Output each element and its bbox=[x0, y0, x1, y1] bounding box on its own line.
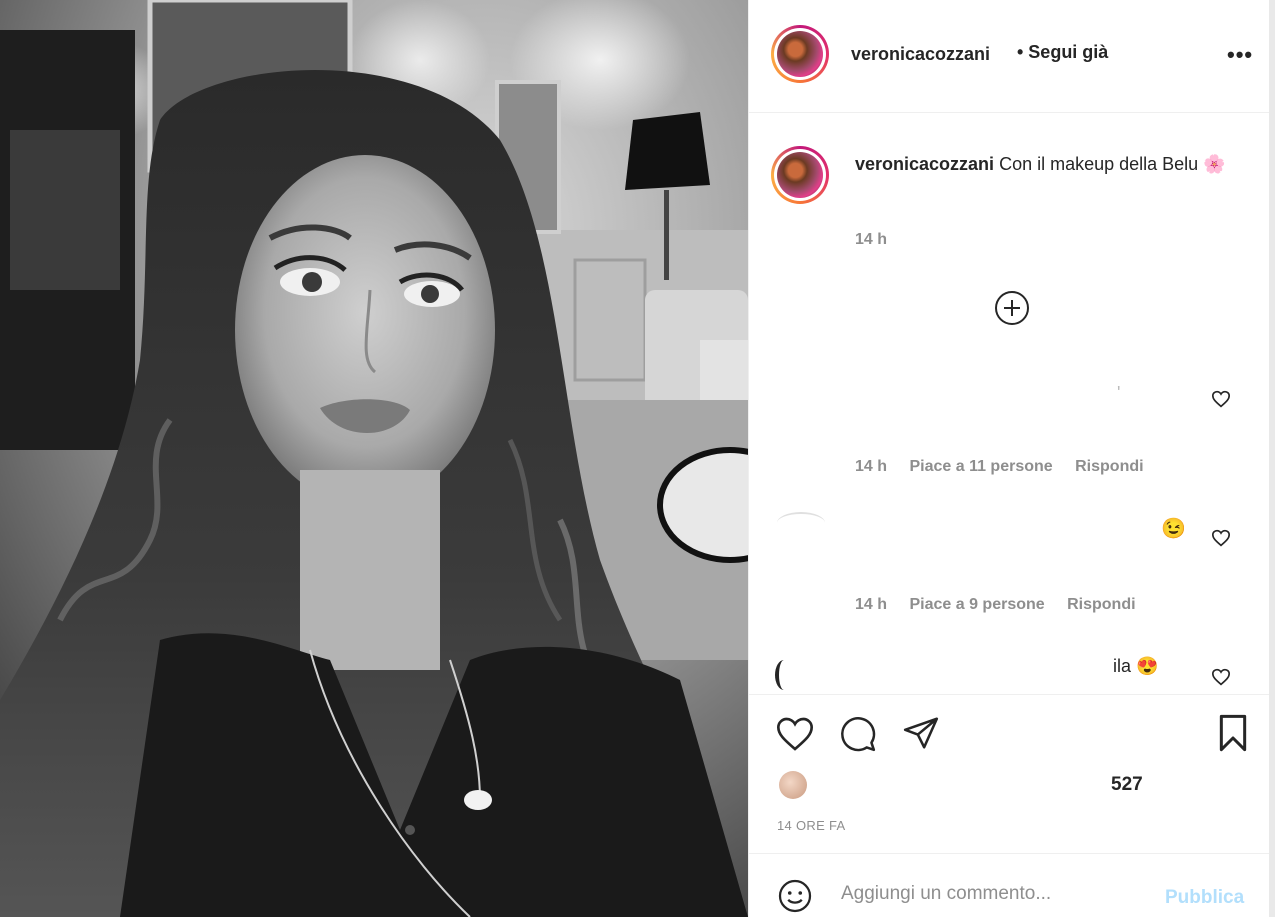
caption-time[interactable]: 14 h bbox=[855, 231, 887, 249]
comment-avatar-partial[interactable] bbox=[777, 512, 825, 534]
comment-likes[interactable]: Piace a 11 persone bbox=[909, 458, 1052, 475]
comment-text: 😉 bbox=[1161, 518, 1186, 540]
liker-avatar[interactable] bbox=[779, 771, 807, 799]
comment-meta: 14 h Piace a 9 persone Rispondi bbox=[855, 596, 1154, 614]
comment-icon[interactable] bbox=[838, 715, 878, 753]
heart-icon[interactable] bbox=[1211, 668, 1231, 686]
avatar[interactable] bbox=[771, 25, 829, 83]
heart-icon[interactable] bbox=[775, 715, 815, 753]
username-link[interactable]: veronicacozzani bbox=[851, 44, 990, 65]
posted-time[interactable]: 14 ORE FA bbox=[777, 818, 845, 833]
caption-body: Con il makeup della Belu bbox=[999, 154, 1199, 174]
comment-text: ' bbox=[1117, 383, 1121, 403]
comment-likes[interactable]: Piace a 9 persone bbox=[909, 596, 1044, 613]
more-options-button[interactable]: ••• bbox=[1227, 42, 1253, 68]
comment-text: ila 😍 bbox=[1113, 656, 1159, 676]
comment-meta: 14 h Piace a 11 persone Rispondi bbox=[855, 458, 1162, 476]
post-side-panel: veronicacozzani • Segui già ••• veronica… bbox=[748, 0, 1275, 917]
caption-avatar[interactable] bbox=[771, 146, 829, 204]
comment-time[interactable]: 14 h bbox=[855, 596, 887, 613]
reply-button[interactable]: Rispondi bbox=[1067, 596, 1135, 613]
avatar-image bbox=[777, 152, 823, 198]
caption: veronicacozzani Con il makeup della Belu… bbox=[855, 150, 1235, 179]
follow-status[interactable]: • Segui già bbox=[1017, 42, 1108, 63]
heart-icon[interactable] bbox=[1211, 390, 1231, 408]
post-photo[interactable] bbox=[0, 0, 748, 917]
action-bar: 527 14 ORE FA bbox=[749, 694, 1275, 855]
comment-avatar-partial[interactable] bbox=[775, 660, 793, 690]
heart-icon[interactable] bbox=[1211, 529, 1231, 547]
post-header: veronicacozzani • Segui già ••• bbox=[749, 0, 1275, 113]
caption-emoji: 🌸 bbox=[1203, 154, 1226, 174]
post-photo-image bbox=[0, 0, 748, 917]
comment-time[interactable]: 14 h bbox=[855, 458, 887, 475]
avatar-image bbox=[777, 31, 823, 77]
comment-input[interactable] bbox=[839, 882, 1143, 906]
publish-button[interactable]: Pubblica bbox=[1165, 887, 1244, 909]
bookmark-icon[interactable] bbox=[1215, 713, 1251, 753]
window-edge bbox=[1269, 0, 1275, 917]
plus-circle-icon[interactable] bbox=[995, 291, 1029, 325]
add-comment-bar: Pubblica bbox=[749, 853, 1275, 918]
caption-username[interactable]: veronicacozzani bbox=[855, 154, 994, 174]
send-icon[interactable] bbox=[901, 714, 941, 752]
likes-count[interactable]: 527 bbox=[1111, 774, 1143, 796]
reply-button[interactable]: Rispondi bbox=[1075, 458, 1143, 475]
emoji-icon[interactable] bbox=[777, 878, 813, 914]
